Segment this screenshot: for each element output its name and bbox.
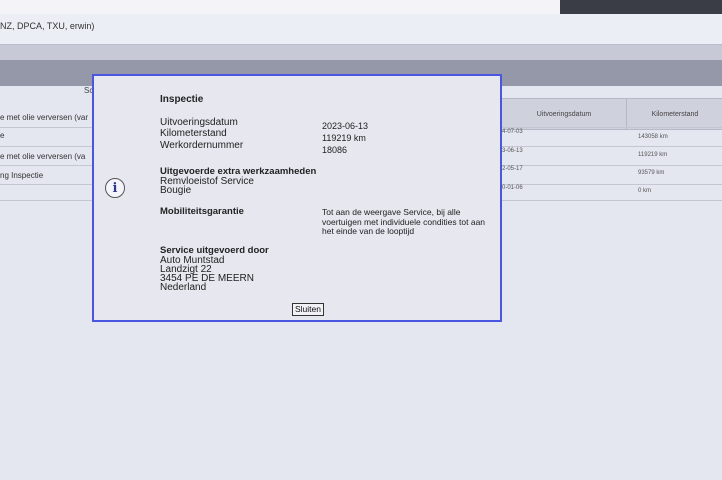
table-row-description[interactable]: e <box>0 131 4 140</box>
mobility-text: Tot aan de weergave Service, bij alle vo… <box>322 207 486 236</box>
section-band <box>0 45 722 61</box>
field-value-kilometerstand: 119219 km <box>322 133 366 143</box>
field-value-uitvoeringsdatum: 2023-06-13 <box>322 121 369 131</box>
table-row-km: 0 km <box>638 188 652 194</box>
field-label-uitvoeringsdatum: Uitvoeringsdatum <box>160 117 238 128</box>
column-header-kilometerstand[interactable]: Kilometerstand <box>626 98 722 130</box>
column-header-uitvoeringsdatum[interactable]: Uitvoeringsdatum <box>500 98 628 130</box>
field-label-kilometerstand: Kilometerstand <box>160 128 227 139</box>
table-row-date: 3-06-13 <box>502 148 523 154</box>
page-subtitle: NZ, DPCA, TXU, erwin) <box>0 21 95 31</box>
close-button[interactable]: Sluiten <box>292 303 324 316</box>
inspection-dialog: Inspectie Uitvoeringsdatum 2023-06-13 Ki… <box>92 74 502 322</box>
mobility-heading: Mobiliteitsgarantie <box>160 206 244 217</box>
table-row-km: 143058 km <box>638 134 668 140</box>
table-row-date: 2-05-17 <box>502 166 523 172</box>
table-row-km: 119219 km <box>638 152 668 158</box>
field-value-werkordernummer: 18086 <box>322 145 348 155</box>
table-row-description[interactable]: e met olie verversen (var <box>0 113 88 122</box>
extra-work-item: Bougie <box>160 185 192 196</box>
subtitle-bar <box>0 14 722 45</box>
dialog-title: Inspectie <box>160 94 204 105</box>
table-row-description[interactable]: e met olie verversen (va <box>0 152 85 161</box>
table-row-date: 4-07-03 <box>502 129 523 135</box>
field-label-werkordernummer: Werkordernummer <box>160 140 244 151</box>
table-row-km: 93579 km <box>638 170 665 176</box>
table-row-description[interactable]: ng Inspectie <box>0 171 43 180</box>
service-country: Nederland <box>160 282 207 293</box>
table-row-date: 0-01-06 <box>502 185 523 191</box>
info-icon: i <box>105 178 125 198</box>
